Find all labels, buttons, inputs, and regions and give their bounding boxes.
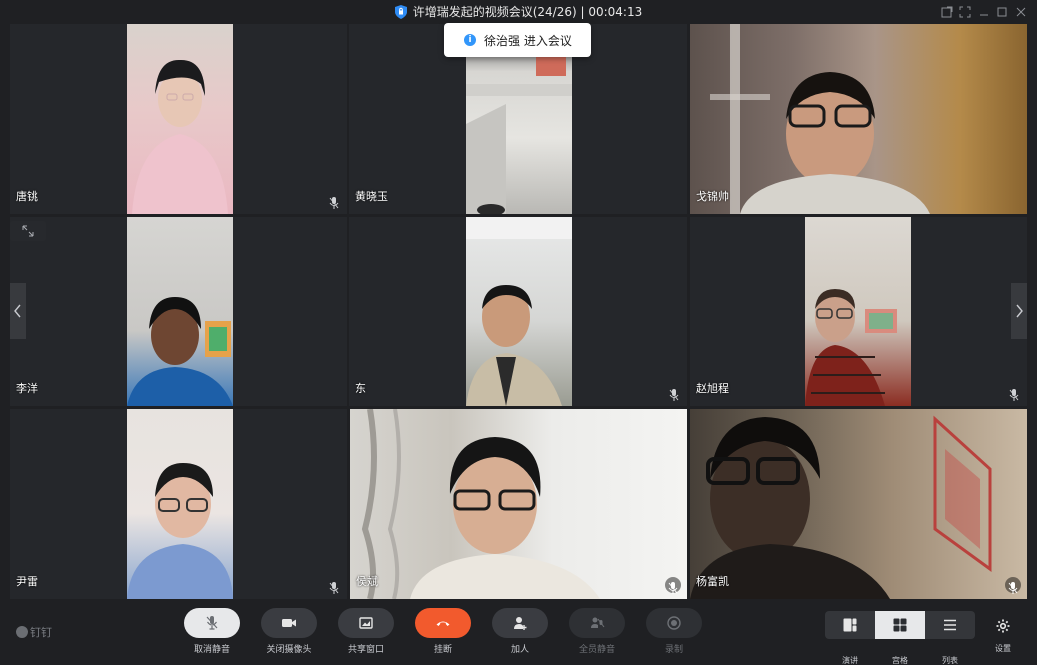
- camera-icon: [282, 619, 296, 627]
- view-list-button[interactable]: [925, 611, 975, 639]
- list-view-icon: [944, 619, 956, 631]
- close-icon[interactable]: [1014, 4, 1028, 18]
- unmute-label: 取消静音: [193, 645, 230, 655]
- video-tile[interactable]: 李洋: [10, 217, 347, 406]
- mic-off-icon: [206, 616, 218, 630]
- hangup-phone-icon: [436, 621, 450, 626]
- record-icon: [667, 616, 681, 630]
- participant-name: 杨富凯: [696, 575, 729, 588]
- notification-message: 徐治强 进入会议: [484, 34, 572, 48]
- participant-name: 侯斌: [356, 575, 378, 588]
- video-tile[interactable]: 尹雷: [10, 409, 347, 599]
- hangup-pill[interactable]: [415, 608, 471, 638]
- participant-name: 黄晓玉: [355, 190, 388, 203]
- record-pill[interactable]: [646, 608, 702, 638]
- add-person-button[interactable]: 加人: [492, 608, 548, 655]
- video-feed: [350, 409, 687, 599]
- participant-name: 赵旭程: [696, 382, 729, 395]
- meeting-toolbar: 钉钉 取消静音 关闭摄像头 共享窗口 挂断 加人 全员静音 录制 演讲 宫格 列…: [0, 599, 1037, 665]
- video-feed: [690, 24, 1027, 214]
- video-tile[interactable]: 戈锦帅: [690, 24, 1027, 214]
- video-tile[interactable]: 赵旭程: [690, 217, 1027, 406]
- maximize-icon[interactable]: [995, 4, 1009, 18]
- camera-off-label: 关闭摄像头: [266, 645, 312, 655]
- video-tile[interactable]: 侯斌: [350, 409, 687, 599]
- video-tile[interactable]: 唐铫: [10, 24, 347, 214]
- view-grid-label: 宫格: [892, 656, 908, 665]
- title-bar: 许增瑞发起的视频会议(24/26) | 00:04:13: [0, 0, 1037, 24]
- video-tile[interactable]: 东: [349, 217, 687, 406]
- view-speaker-label: 演讲: [842, 656, 858, 665]
- record-button[interactable]: 录制: [646, 608, 702, 655]
- mute-all-pill[interactable]: [569, 608, 625, 638]
- add-person-icon: [514, 617, 527, 630]
- participant-name: 唐铫: [16, 190, 38, 203]
- participant-name: 东: [355, 382, 366, 395]
- next-page-arrow[interactable]: [1011, 283, 1027, 339]
- settings-button[interactable]: 设置: [992, 618, 1014, 658]
- view-list-label: 列表: [942, 656, 958, 665]
- participant-name: 戈锦帅: [696, 190, 729, 203]
- camera-off-pill[interactable]: [261, 608, 317, 638]
- fullscreen-icon[interactable]: [958, 4, 972, 18]
- video-grid: 唐铫 黄晓玉 戈锦帅 李洋 东 赵旭程 尹雷 侯斌 杨富凯: [10, 24, 1027, 599]
- join-notification: i 徐治强 进入会议: [444, 23, 591, 57]
- mic-muted-icon: [329, 579, 339, 594]
- unmute-pill[interactable]: [184, 608, 240, 638]
- video-feed: [466, 217, 572, 406]
- expand-icon[interactable]: [10, 221, 46, 241]
- prev-page-arrow[interactable]: [10, 283, 26, 339]
- hangup-label: 挂断: [433, 645, 452, 655]
- video-feed: [690, 409, 1027, 599]
- unmute-button[interactable]: 取消静音: [184, 608, 240, 655]
- mute-all-button[interactable]: 全员静音: [569, 608, 625, 655]
- mute-all-icon: [591, 617, 605, 628]
- mic-muted-icon: [329, 194, 339, 209]
- participant-name: 李洋: [16, 382, 38, 395]
- add-person-label: 加人: [510, 645, 529, 655]
- grid-view-icon: [893, 618, 907, 632]
- dingtalk-logo: 钉钉: [16, 624, 52, 640]
- share-window-label: 共享窗口: [347, 645, 384, 655]
- window-title-wrap: 许增瑞发起的视频会议(24/26) | 00:04:13: [0, 3, 1037, 20]
- video-feed: [127, 217, 233, 406]
- shield-icon: [394, 5, 407, 19]
- view-speaker-button[interactable]: [825, 611, 875, 639]
- video-feed: [805, 217, 911, 406]
- minimize-icon[interactable]: [977, 4, 991, 18]
- add-person-pill[interactable]: [492, 608, 548, 638]
- camera-off-button[interactable]: 关闭摄像头: [261, 608, 317, 655]
- view-mode-switcher: 演讲 宫格 列表: [825, 611, 975, 665]
- popout-icon[interactable]: [940, 4, 954, 18]
- mic-muted-icon: [1009, 386, 1019, 401]
- record-label: 录制: [664, 645, 683, 655]
- video-feed: [127, 24, 233, 214]
- mic-muted-icon: [1005, 577, 1021, 594]
- mic-muted-icon: [669, 386, 679, 401]
- info-icon: i: [464, 34, 476, 46]
- speaker-view-icon: [843, 618, 857, 632]
- settings-label: 设置: [995, 644, 1011, 653]
- gear-icon: [996, 619, 1010, 633]
- participant-name: 尹雷: [16, 575, 38, 588]
- share-window-button[interactable]: 共享窗口: [338, 608, 394, 655]
- hangup-button[interactable]: 挂断: [415, 608, 471, 655]
- view-grid-button[interactable]: [875, 611, 925, 639]
- share-screen-icon: [359, 617, 373, 629]
- dingtalk-logo-icon: [16, 626, 28, 638]
- mute-all-label: 全员静音: [578, 645, 615, 655]
- logo-text: 钉钉: [30, 626, 52, 639]
- mic-muted-icon: [665, 577, 681, 594]
- window-title: 许增瑞发起的视频会议(24/26) | 00:04:13: [412, 5, 643, 19]
- share-window-pill[interactable]: [338, 608, 394, 638]
- video-tile[interactable]: 杨富凯: [690, 409, 1027, 599]
- video-feed: [127, 409, 233, 599]
